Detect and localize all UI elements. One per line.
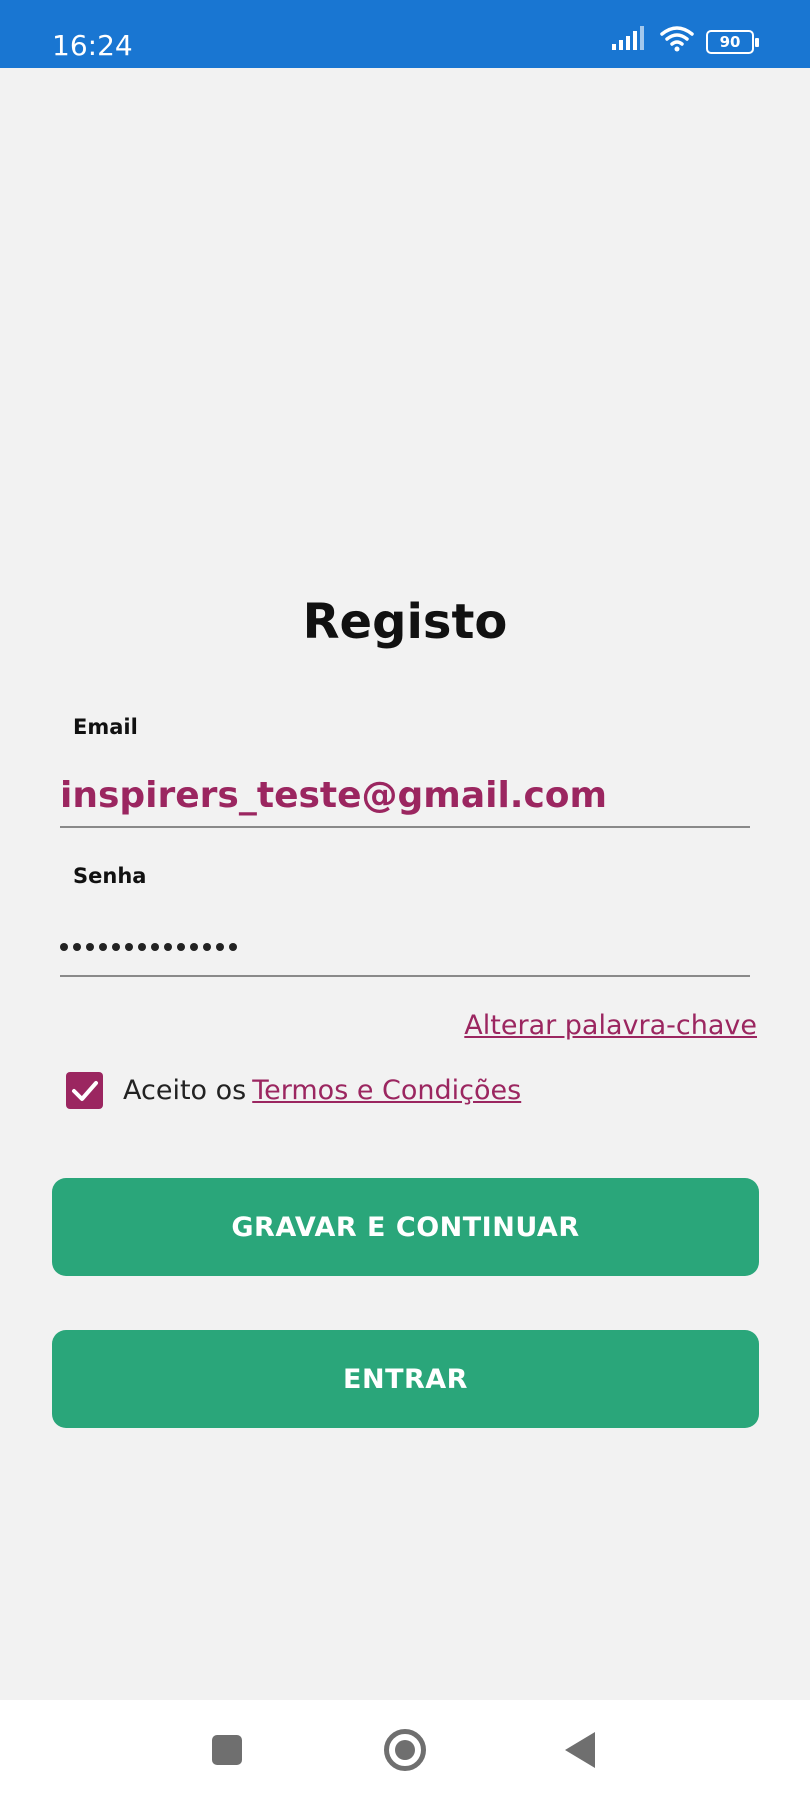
terms-link[interactable]: Termos e Condições	[252, 1075, 521, 1106]
password-dot	[216, 943, 224, 951]
password-dot	[86, 943, 94, 951]
check-icon	[71, 1080, 98, 1101]
password-dot	[60, 943, 68, 951]
status-icons: 90	[612, 26, 759, 57]
password-dot	[151, 943, 159, 951]
wifi-icon	[660, 26, 694, 57]
password-dot	[99, 943, 107, 951]
password-label: Senha	[73, 864, 147, 888]
status-bar: 16:24 90	[0, 0, 810, 68]
signal-icon	[612, 26, 648, 57]
page-title: Registo	[302, 594, 508, 650]
password-dot	[125, 943, 133, 951]
terms-row: Aceito os Termos e Condições	[66, 1072, 521, 1109]
password-field[interactable]	[60, 943, 237, 951]
terms-checkbox[interactable]	[66, 1072, 103, 1109]
back-icon[interactable]	[565, 1732, 595, 1768]
password-dot	[203, 943, 211, 951]
status-time: 16:24	[52, 29, 133, 62]
email-underline	[60, 826, 750, 828]
battery-level: 90	[719, 32, 741, 51]
password-dot	[177, 943, 185, 951]
change-password-link[interactable]: Alterar palavra-chave	[464, 1010, 757, 1041]
battery-icon: 90	[706, 29, 759, 54]
password-dot	[190, 943, 198, 951]
enter-button[interactable]: ENTRAR	[52, 1330, 759, 1428]
terms-prefix: Aceito os	[123, 1075, 247, 1106]
email-label: Email	[73, 715, 138, 739]
email-field[interactable]	[60, 775, 750, 816]
password-dot	[73, 943, 81, 951]
recent-apps-icon[interactable]	[212, 1735, 242, 1765]
password-dot	[138, 943, 146, 951]
save-continue-button[interactable]: GRAVAR E CONTINUAR	[52, 1178, 759, 1276]
password-underline	[60, 975, 750, 977]
navigation-bar	[0, 1700, 810, 1800]
password-dot	[229, 943, 237, 951]
home-icon[interactable]	[384, 1729, 426, 1771]
password-dot	[164, 943, 172, 951]
password-dot	[112, 943, 120, 951]
